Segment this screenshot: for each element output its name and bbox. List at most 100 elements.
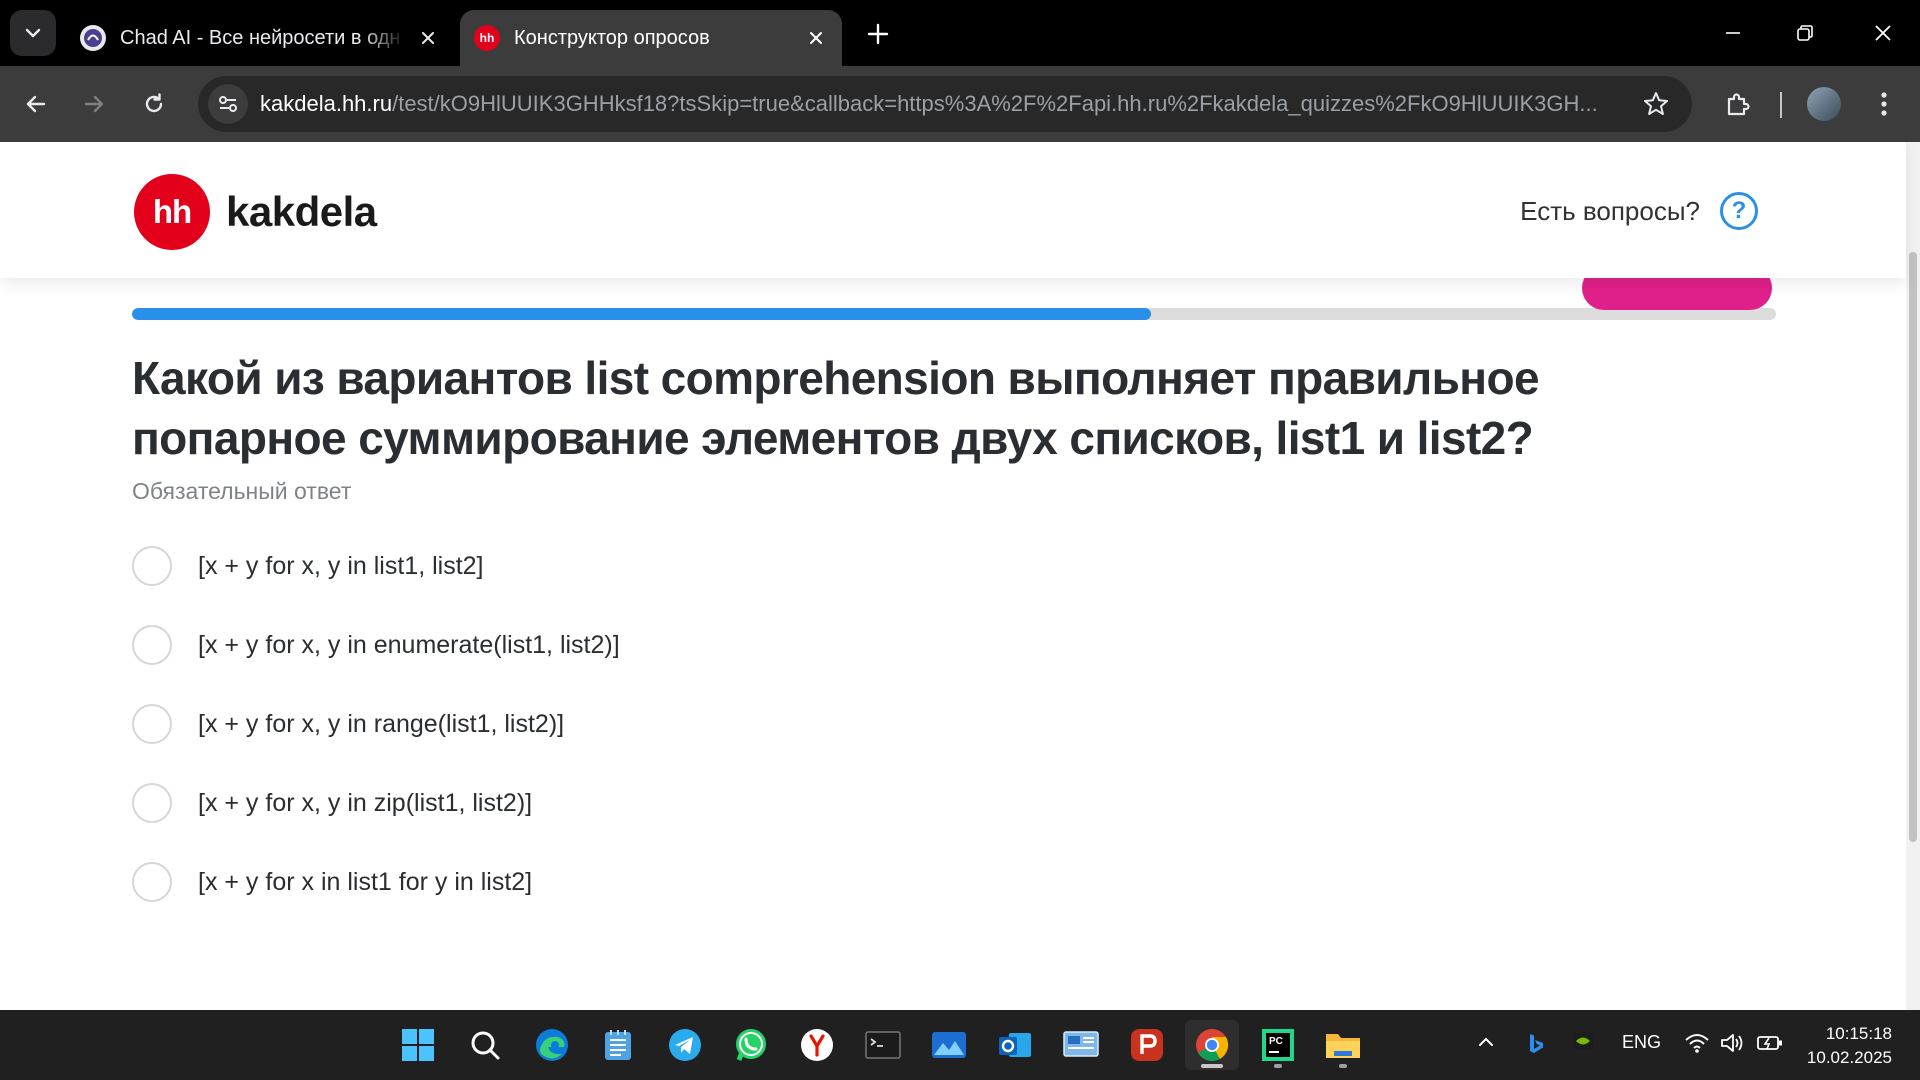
- whatsapp-icon[interactable]: [724, 1020, 778, 1070]
- site-info-button[interactable]: [208, 84, 248, 124]
- back-button[interactable]: [14, 82, 58, 126]
- input-language-indicator[interactable]: ENG: [1622, 1032, 1661, 1053]
- file-explorer-icon[interactable]: [1316, 1020, 1370, 1070]
- edge-icon[interactable]: [525, 1020, 579, 1070]
- tab-title: Конструктор опросов: [514, 26, 710, 49]
- extensions-button[interactable]: [1716, 82, 1760, 126]
- reload-button[interactable]: [132, 82, 176, 126]
- volume-icon[interactable]: [1720, 1032, 1746, 1059]
- tab-survey-constructor[interactable]: hh Конструктор опросов: [460, 10, 842, 66]
- photos-icon[interactable]: [922, 1020, 976, 1070]
- tune-icon: [219, 96, 237, 112]
- wifi-icon[interactable]: [1684, 1032, 1710, 1059]
- site-logo[interactable]: hh kakdela: [134, 174, 377, 250]
- radio-button[interactable]: [132, 862, 172, 902]
- url-path: /test/kO9HlUUIK3GHHksf18?tsSkip=true&cal…: [392, 91, 1598, 116]
- option-label: [x + y for x, y in zip(list1, list2)]: [198, 788, 533, 817]
- answer-option[interactable]: [x + y for x, y in list1, list2]: [132, 546, 620, 586]
- option-label: [x + y for x, y in enumerate(list1, list…: [198, 630, 620, 659]
- tab-chad-ai[interactable]: Chad AI - Все нейросети в одн: [66, 10, 454, 66]
- chrome-icon[interactable]: [1185, 1020, 1239, 1070]
- new-tab-button[interactable]: [858, 14, 898, 54]
- answer-option[interactable]: [x + y for x, y in range(list1, list2)]: [132, 704, 620, 744]
- browser-toolbar: kakdela.hh.ru/test/kO9HlUUIK3GHHksf18?ts…: [0, 66, 1920, 142]
- option-label: [x + y for x in list1 for y in list2]: [198, 867, 533, 896]
- svg-text:PC: PC: [1269, 1036, 1283, 1047]
- close-window-button[interactable]: [1860, 10, 1906, 56]
- chad-ai-icon: [80, 25, 106, 51]
- plus-icon: [867, 23, 889, 45]
- toolbar-divider: [1780, 92, 1782, 118]
- url-text[interactable]: kakdela.hh.ru/test/kO9HlUUIK3GHHksf18?ts…: [260, 91, 1620, 117]
- answer-option[interactable]: [x + y for x, y in enumerate(list1, list…: [132, 625, 620, 665]
- question-circle-icon: ?: [1720, 192, 1758, 230]
- progress-fill: [132, 308, 1152, 320]
- arrow-left-icon: [26, 95, 46, 113]
- answer-options: [x + y for x, y in list1, list2] [x + y …: [132, 546, 620, 941]
- radio-button[interactable]: [132, 546, 172, 586]
- option-label: [x + y for x, y in range(list1, list2)]: [198, 709, 565, 738]
- option-label: [x + y for x, y in list1, list2]: [198, 551, 484, 580]
- reload-icon: [145, 93, 163, 113]
- terminal-icon[interactable]: [856, 1020, 910, 1070]
- bookmark-star-icon[interactable]: [1642, 90, 1670, 118]
- page-viewport: hh kakdela Есть вопросы? ? Какой из вари…: [0, 142, 1920, 1010]
- search-icon[interactable]: [458, 1020, 512, 1070]
- question-title: Какой из вариантов list comprehension вы…: [132, 352, 1540, 464]
- active-indicator: [1201, 1064, 1223, 1068]
- address-bar[interactable]: kakdela.hh.ru/test/kO9HlUUIK3GHHksf18?ts…: [198, 76, 1692, 132]
- url-host: kakdela.hh.ru: [260, 91, 393, 116]
- close-icon[interactable]: [804, 26, 828, 50]
- bing-icon[interactable]: [1526, 1032, 1546, 1061]
- radio-button[interactable]: [132, 704, 172, 744]
- radio-button[interactable]: [132, 625, 172, 665]
- tab-title: Chad AI - Все нейросети в одн: [120, 26, 401, 49]
- restore-icon: [1797, 25, 1813, 41]
- hh-favicon-icon: hh: [474, 25, 500, 51]
- profile-button[interactable]: [1802, 82, 1846, 126]
- chevron-up-icon: [1479, 1037, 1493, 1046]
- help-text: Есть вопросы?: [1520, 195, 1700, 226]
- outlook-icon[interactable]: [988, 1020, 1042, 1070]
- show-hidden-icons-button[interactable]: [1476, 1032, 1496, 1057]
- control-panel-icon[interactable]: [1054, 1020, 1108, 1070]
- minimize-button[interactable]: [1710, 10, 1756, 56]
- hh-logo-mark: hh: [134, 174, 210, 250]
- nvidia-icon[interactable]: [1572, 1032, 1594, 1055]
- site-header: hh kakdela Есть вопросы? ?: [0, 142, 1906, 278]
- quiz-progress-bar: [132, 308, 1776, 320]
- answer-option[interactable]: [x + y for x, y in zip(list1, list2)]: [132, 783, 620, 823]
- clock-time: 10:15:18: [1825, 1024, 1892, 1043]
- avatar: [1807, 87, 1841, 121]
- chevron-down-icon: [25, 28, 41, 38]
- tab-search-button[interactable]: [10, 10, 56, 56]
- logo-wordmark: kakdela: [226, 188, 377, 235]
- yandex-browser-icon[interactable]: [790, 1020, 844, 1070]
- windows-start-icon[interactable]: [391, 1020, 445, 1070]
- forward-button[interactable]: [72, 82, 116, 126]
- answer-option[interactable]: [x + y for x in list1 for y in list2]: [132, 862, 620, 902]
- battery-icon[interactable]: [1756, 1032, 1784, 1059]
- windows-taskbar: PC ENG 10:15:18 10.02.2025: [0, 1010, 1920, 1080]
- minimize-icon: [1726, 32, 1740, 34]
- system-clock[interactable]: 10:15:18 10.02.2025: [1807, 1022, 1892, 1070]
- menu-button[interactable]: [1862, 82, 1906, 126]
- puzzle-icon: [1727, 93, 1750, 116]
- clock-date: 10.02.2025: [1806, 1048, 1892, 1067]
- notepad-icon[interactable]: [591, 1020, 645, 1070]
- restore-button[interactable]: [1782, 10, 1828, 56]
- arrow-right-icon: [84, 95, 104, 113]
- pascal-icon[interactable]: [1120, 1020, 1174, 1070]
- page-scrollbar[interactable]: [1906, 142, 1920, 1010]
- pycharm-icon[interactable]: PC: [1251, 1020, 1305, 1070]
- radio-button[interactable]: [132, 783, 172, 823]
- close-icon[interactable]: [416, 26, 440, 50]
- browser-tab-bar: Chad AI - Все нейросети в одн hh Констру…: [0, 0, 1920, 66]
- scrollbar-thumb[interactable]: [1909, 252, 1917, 842]
- language-text: ENG: [1622, 1032, 1662, 1052]
- telegram-icon[interactable]: [658, 1020, 712, 1070]
- more-vertical-icon: [1881, 92, 1887, 116]
- help-link[interactable]: Есть вопросы? ?: [1520, 192, 1758, 230]
- close-icon: [1875, 25, 1891, 41]
- required-note: Обязательный ответ: [132, 478, 352, 504]
